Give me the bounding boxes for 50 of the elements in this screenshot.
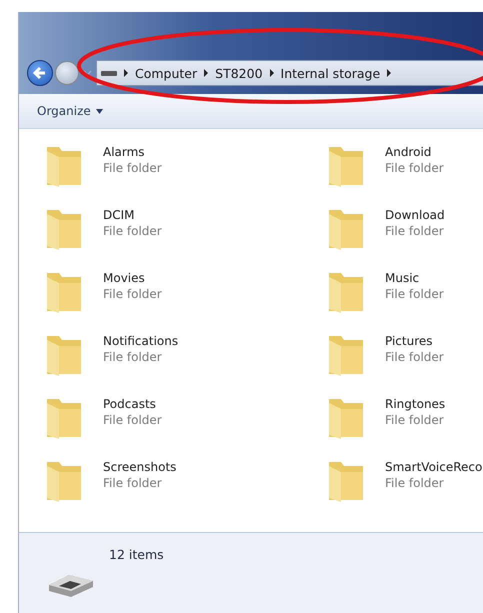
folder-name: Alarms xyxy=(103,145,146,159)
folder-type: File folder xyxy=(385,350,444,364)
folder-item[interactable]: Notifications File folder xyxy=(45,332,327,395)
breadcrumb-item[interactable]: Computer xyxy=(135,66,198,80)
folder-name: Pictures xyxy=(385,334,434,348)
back-button[interactable] xyxy=(27,60,53,86)
folder-name: Movies xyxy=(103,271,146,285)
folder-type: File folder xyxy=(385,161,444,175)
folder-name: Podcasts xyxy=(103,397,157,411)
folder-name: DCIM xyxy=(103,208,136,222)
folder-type: File folder xyxy=(103,413,162,427)
folder-item[interactable]: Screenshots File folder xyxy=(45,458,327,521)
folder-name: Ringtones xyxy=(385,397,446,411)
folder-item[interactable]: SmartVoiceReco File folder xyxy=(327,458,483,521)
caret-icon xyxy=(96,108,103,114)
folder-type: File folder xyxy=(385,476,445,490)
folder-type: File folder xyxy=(103,476,163,490)
folder-name: Screenshots xyxy=(103,460,176,474)
folder-item[interactable]: Music File folder xyxy=(327,269,483,332)
forward-button[interactable] xyxy=(55,61,79,85)
breadcrumb-item[interactable]: Internal storage xyxy=(280,66,380,80)
chevron-icon[interactable] xyxy=(268,69,275,77)
folder-item[interactable]: Download File folder xyxy=(327,206,483,269)
drive-icon xyxy=(101,69,117,77)
chevron-icon[interactable] xyxy=(386,69,392,77)
folder-item[interactable]: Android File folder xyxy=(327,143,483,206)
folder-name: Music xyxy=(385,271,420,285)
folder-type: File folder xyxy=(103,161,162,175)
folder-type: File folder xyxy=(385,224,445,238)
folder-name: SmartVoiceReco xyxy=(385,460,482,474)
folder-type: File folder xyxy=(385,413,445,427)
folder-name: Notifications xyxy=(103,334,178,348)
folder-type: File folder xyxy=(385,287,444,301)
folder-name: Android xyxy=(385,145,432,159)
folder-type: File folder xyxy=(103,224,162,238)
folder-type: File folder xyxy=(103,287,162,301)
folder-item[interactable]: Alarms File folder xyxy=(45,143,327,206)
organize-button[interactable]: Organize xyxy=(37,104,103,118)
folder-name: Download xyxy=(385,208,445,222)
folder-item[interactable]: Pictures File folder xyxy=(327,332,483,395)
folder-item[interactable]: DCIM File folder xyxy=(45,206,327,269)
chevron-icon[interactable] xyxy=(123,69,129,77)
breadcrumb-item[interactable]: ST8200 xyxy=(215,66,263,80)
folder-item[interactable]: Podcasts File folder xyxy=(45,395,327,458)
item-count: 12 items xyxy=(109,547,164,562)
folder-type: File folder xyxy=(103,350,163,364)
chevron-icon[interactable] xyxy=(203,69,210,77)
address-bar[interactable]: Computer ST8200 Internal storage xyxy=(96,60,483,86)
folder-item[interactable]: Ringtones File folder xyxy=(327,395,483,458)
folder-item[interactable]: Movies File folder xyxy=(45,269,327,332)
